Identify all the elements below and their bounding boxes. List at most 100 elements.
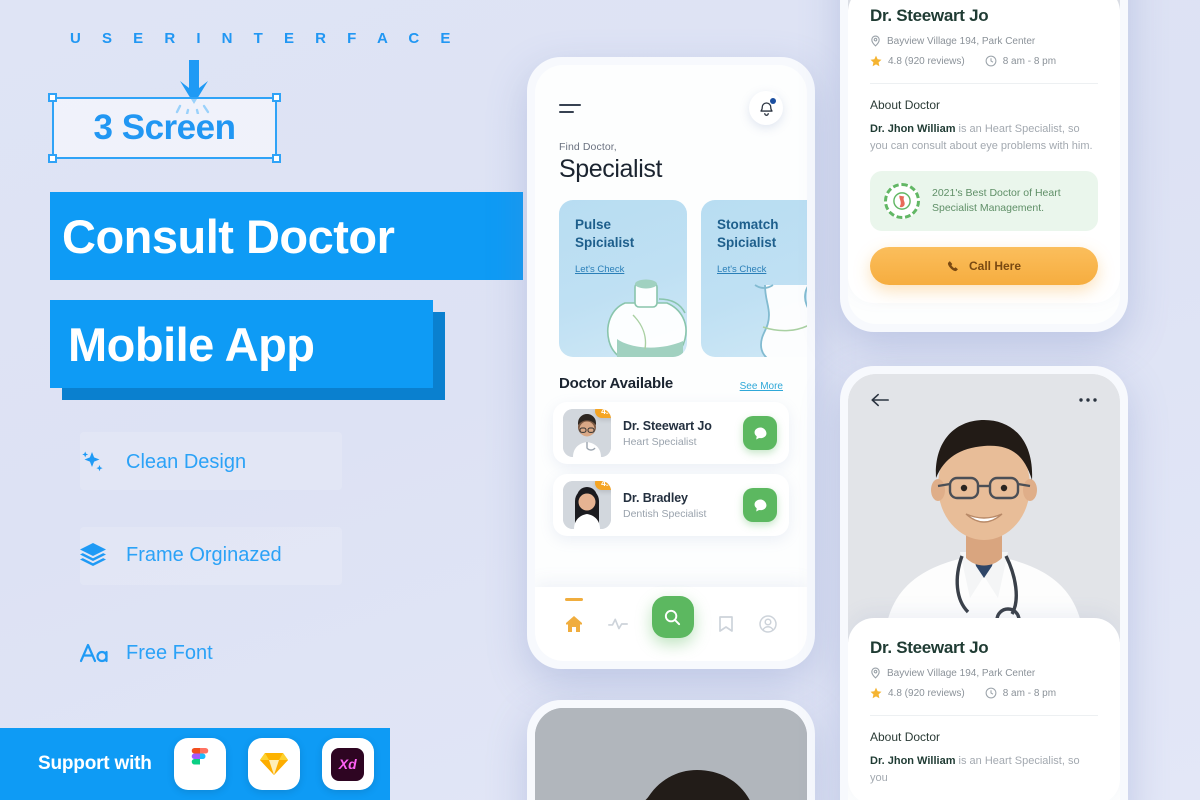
doctor-specialty: Dentish Specialist bbox=[623, 507, 707, 520]
section-title: Doctor Available bbox=[559, 375, 674, 392]
doctor-specialty: Heart Specialist bbox=[623, 435, 697, 448]
doctor-name: Dr. Steewart Jo bbox=[870, 638, 989, 657]
award-stomach-icon bbox=[884, 183, 920, 220]
doctor-info: Dr. Bradley Dentish Specialist bbox=[623, 491, 731, 520]
greeting-title: Specialist bbox=[559, 155, 662, 183]
avatar: 4.8 bbox=[563, 409, 611, 457]
divider bbox=[870, 715, 1098, 716]
headline-line-2: Mobile App bbox=[50, 300, 433, 388]
location-pin-icon bbox=[871, 667, 880, 679]
doctor-address-row: Bayview Village 194, Park Center bbox=[870, 667, 1098, 679]
doctor-info: Dr. Steewart Jo Heart Specialist bbox=[623, 419, 731, 448]
rating-text: 4.8 (920 reviews) bbox=[888, 55, 965, 67]
phone-mockup-detail: Dr. Steewart Jo Bayview Village 194, Par… bbox=[840, 0, 1128, 332]
stomach-illustration bbox=[754, 284, 807, 357]
call-here-label: Call Here bbox=[968, 259, 1022, 274]
clock-icon bbox=[985, 687, 997, 699]
see-more-link[interactable]: See More bbox=[740, 381, 783, 392]
doctor-name: Dr. Steewart Jo bbox=[870, 6, 989, 25]
sketch-icon[interactable] bbox=[247, 738, 300, 790]
specialist-title-line-1: Stomatch bbox=[717, 217, 779, 232]
promo-column: U S E R I N T E R F A C E 3 Screen Consu… bbox=[0, 0, 523, 800]
adobe-xd-icon[interactable]: Xd bbox=[321, 738, 374, 790]
bell-icon[interactable] bbox=[749, 91, 783, 125]
eyebrow-text: U S E R I N T E R F A C E bbox=[70, 30, 459, 47]
clock-icon bbox=[985, 55, 997, 67]
doctor-address-row: Bayview Village 194, Park Center bbox=[870, 35, 1098, 47]
home-tab[interactable] bbox=[564, 598, 584, 634]
search-icon bbox=[665, 609, 681, 625]
doctor-address: Bayview Village 194, Park Center bbox=[887, 35, 1036, 47]
doctor-name: Dr. Steewart Jo bbox=[623, 418, 712, 433]
home-icon bbox=[566, 616, 583, 632]
list-item[interactable]: 4.5 Dr. Bradley Dentish Specialist bbox=[553, 474, 789, 536]
award-banner: 2021's Best Doctor of Heart Specialist M… bbox=[870, 171, 1098, 232]
feature-item-clean-design: Clean Design bbox=[78, 447, 246, 477]
poster-canvas: U S E R I N T E R F A C E 3 Screen Consu… bbox=[0, 0, 1200, 800]
doctor-name: Dr. Bradley bbox=[623, 490, 688, 505]
hamburger-icon[interactable] bbox=[559, 103, 581, 113]
feature-label: Clean Design bbox=[126, 450, 247, 473]
feature-label: Free Font bbox=[126, 641, 213, 664]
activity-tab[interactable] bbox=[607, 614, 629, 634]
phone-mockup-home: Find Doctor, Specialist Pulse Spicialist… bbox=[527, 57, 815, 669]
location-pin-icon bbox=[871, 35, 880, 47]
detail-info-card: Dr. Steewart Jo Bayview Village 194, Par… bbox=[848, 0, 1120, 304]
phone-icon bbox=[947, 260, 958, 271]
about-paragraph: Dr. Jhon William is an Heart Specialist,… bbox=[870, 121, 1098, 155]
active-tab-indicator bbox=[565, 598, 584, 601]
avatar: 4.5 bbox=[563, 481, 611, 529]
divider bbox=[870, 83, 1098, 84]
phone-mockup-peek bbox=[527, 700, 815, 800]
figma-icon[interactable] bbox=[173, 738, 226, 790]
specialist-card-pulse[interactable]: Pulse Spicialist Let's Check bbox=[559, 200, 687, 357]
adobe-xd-label: Xd bbox=[331, 747, 365, 781]
specialist-card-stomach[interactable]: Stomatch Spicialist Let's Check bbox=[701, 200, 807, 357]
selection-box[interactable]: 3 Screen bbox=[48, 93, 281, 163]
doctor-stats-row: 4.8 (920 reviews) 8 am - 8 pm bbox=[870, 55, 1098, 67]
resize-handle-top-right[interactable] bbox=[272, 93, 281, 102]
detail-screen: Dr. Steewart Jo Bayview Village 194, Par… bbox=[848, 0, 1120, 324]
profile-top-bar bbox=[848, 374, 1120, 426]
profile-tab[interactable] bbox=[758, 614, 778, 634]
support-label: Support with bbox=[38, 753, 152, 774]
pulse-icon bbox=[608, 618, 629, 630]
bookmark-icon bbox=[718, 616, 733, 632]
bottom-tab-bar bbox=[535, 587, 807, 661]
notification-dot bbox=[770, 98, 776, 104]
doctor-hours: 8 am - 8 pm bbox=[985, 687, 1056, 699]
bookmark-tab[interactable] bbox=[717, 614, 735, 634]
hours-text: 8 am - 8 pm bbox=[1002, 687, 1057, 699]
search-tab[interactable] bbox=[651, 596, 694, 638]
arrow-left-icon[interactable] bbox=[870, 392, 890, 408]
resize-handle-bottom-left[interactable] bbox=[48, 154, 57, 163]
support-bar: Support with Xd bbox=[0, 728, 390, 800]
hours-text: 8 am - 8 pm bbox=[1002, 55, 1057, 67]
doctor-section-header: Doctor Available See More bbox=[535, 357, 807, 392]
phone-mockup-profile: Dr. Steewart Jo Bayview Village 194, Par… bbox=[840, 366, 1128, 800]
profile-hero-photo bbox=[848, 374, 1120, 642]
user-icon bbox=[758, 615, 777, 633]
resize-handle-top-left[interactable] bbox=[48, 93, 57, 102]
home-appbar bbox=[535, 65, 807, 125]
profile-screen: Dr. Steewart Jo Bayview Village 194, Par… bbox=[848, 374, 1120, 800]
about-doctor-name: Dr. Jhon William bbox=[870, 123, 956, 135]
specialist-title-line-2: Spicialist bbox=[717, 235, 777, 251]
about-heading: About Doctor bbox=[870, 730, 941, 744]
screen-count-label: 3 Screen bbox=[93, 108, 236, 147]
doctor-hero-photo bbox=[535, 708, 807, 800]
doctor-rating: 4.8 (920 reviews) bbox=[870, 687, 965, 699]
doctor-hours: 8 am - 8 pm bbox=[985, 55, 1056, 67]
call-here-button[interactable]: Call Here bbox=[870, 247, 1098, 286]
more-horizontal-icon[interactable] bbox=[1078, 397, 1098, 403]
headline-line-1: Consult Doctor bbox=[50, 192, 523, 280]
layers-icon bbox=[78, 540, 108, 570]
feature-label: Frame Orginazed bbox=[126, 543, 282, 566]
sparkle-icon bbox=[78, 447, 108, 477]
star-icon bbox=[870, 687, 882, 699]
list-item[interactable]: 4.8 Dr. Steewart Jo Heart Specialist bbox=[553, 402, 789, 464]
chat-icon[interactable] bbox=[743, 488, 777, 522]
resize-handle-bottom-right[interactable] bbox=[272, 154, 281, 163]
greeting-subtitle: Find Doctor, bbox=[559, 141, 617, 153]
chat-icon[interactable] bbox=[743, 416, 777, 450]
